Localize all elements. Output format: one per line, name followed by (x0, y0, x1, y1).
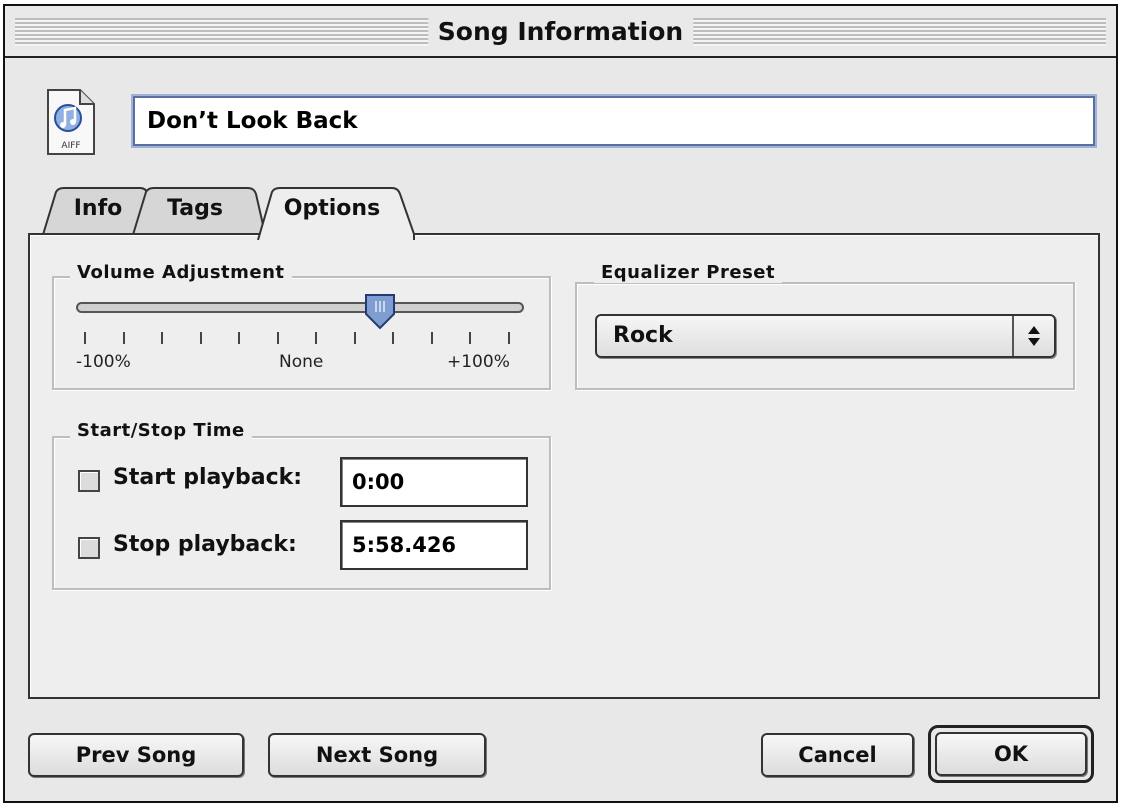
equalizer-preset-label: Equalizer Preset (594, 262, 783, 283)
ok-button[interactable]: OK (935, 732, 1087, 776)
tab-options-label: Options (283, 196, 381, 221)
cancel-button[interactable]: Cancel (761, 733, 914, 777)
prev-song-button[interactable]: Prev Song (28, 733, 244, 777)
volume-tick (392, 332, 395, 344)
volume-slider-thumb[interactable] (363, 292, 399, 330)
window-title: Song Information (427, 16, 694, 48)
volume-tick (122, 332, 125, 344)
volume-tick (430, 332, 433, 344)
volume-tick (199, 332, 202, 344)
next-song-button[interactable]: Next Song (268, 733, 486, 777)
volume-adjustment-group (52, 276, 551, 390)
volume-tick (353, 332, 356, 344)
start-playback-checkbox[interactable] (78, 470, 100, 492)
aiff-file-icon: AIFF (46, 88, 96, 156)
song-name-input[interactable] (133, 96, 1095, 146)
volume-tick (161, 332, 164, 344)
volume-tick (469, 332, 472, 344)
volume-max-label: +100% (447, 352, 510, 372)
popup-arrows-icon (1012, 316, 1054, 356)
volume-tick (508, 332, 510, 344)
stop-playback-label[interactable]: Stop playback: (113, 532, 297, 557)
file-type-label: AIFF (61, 141, 80, 151)
start-playback-field[interactable] (340, 457, 528, 507)
tab-tags-label: Tags (167, 196, 223, 221)
tab-options[interactable]: Options (256, 186, 418, 240)
title-bar[interactable]: Song Information (5, 6, 1116, 58)
start-stop-time-label: Start/Stop Time (70, 420, 252, 441)
volume-tick (84, 332, 86, 344)
volume-adjustment-label: Volume Adjustment (70, 262, 292, 283)
tab-tags[interactable]: Tags (130, 186, 270, 240)
volume-tick (276, 332, 279, 344)
stop-playback-field[interactable] (340, 520, 528, 570)
volume-mid-label: None (279, 352, 324, 372)
volume-min-label: -100% (76, 352, 131, 372)
equalizer-preset-value: Rock (613, 323, 673, 348)
volume-tick (315, 332, 318, 344)
volume-tick (238, 332, 241, 344)
volume-slider-track[interactable] (76, 302, 524, 313)
equalizer-preset-popup[interactable]: Rock (595, 314, 1056, 358)
stop-playback-checkbox[interactable] (78, 537, 100, 559)
start-playback-label[interactable]: Start playback: (113, 465, 302, 490)
